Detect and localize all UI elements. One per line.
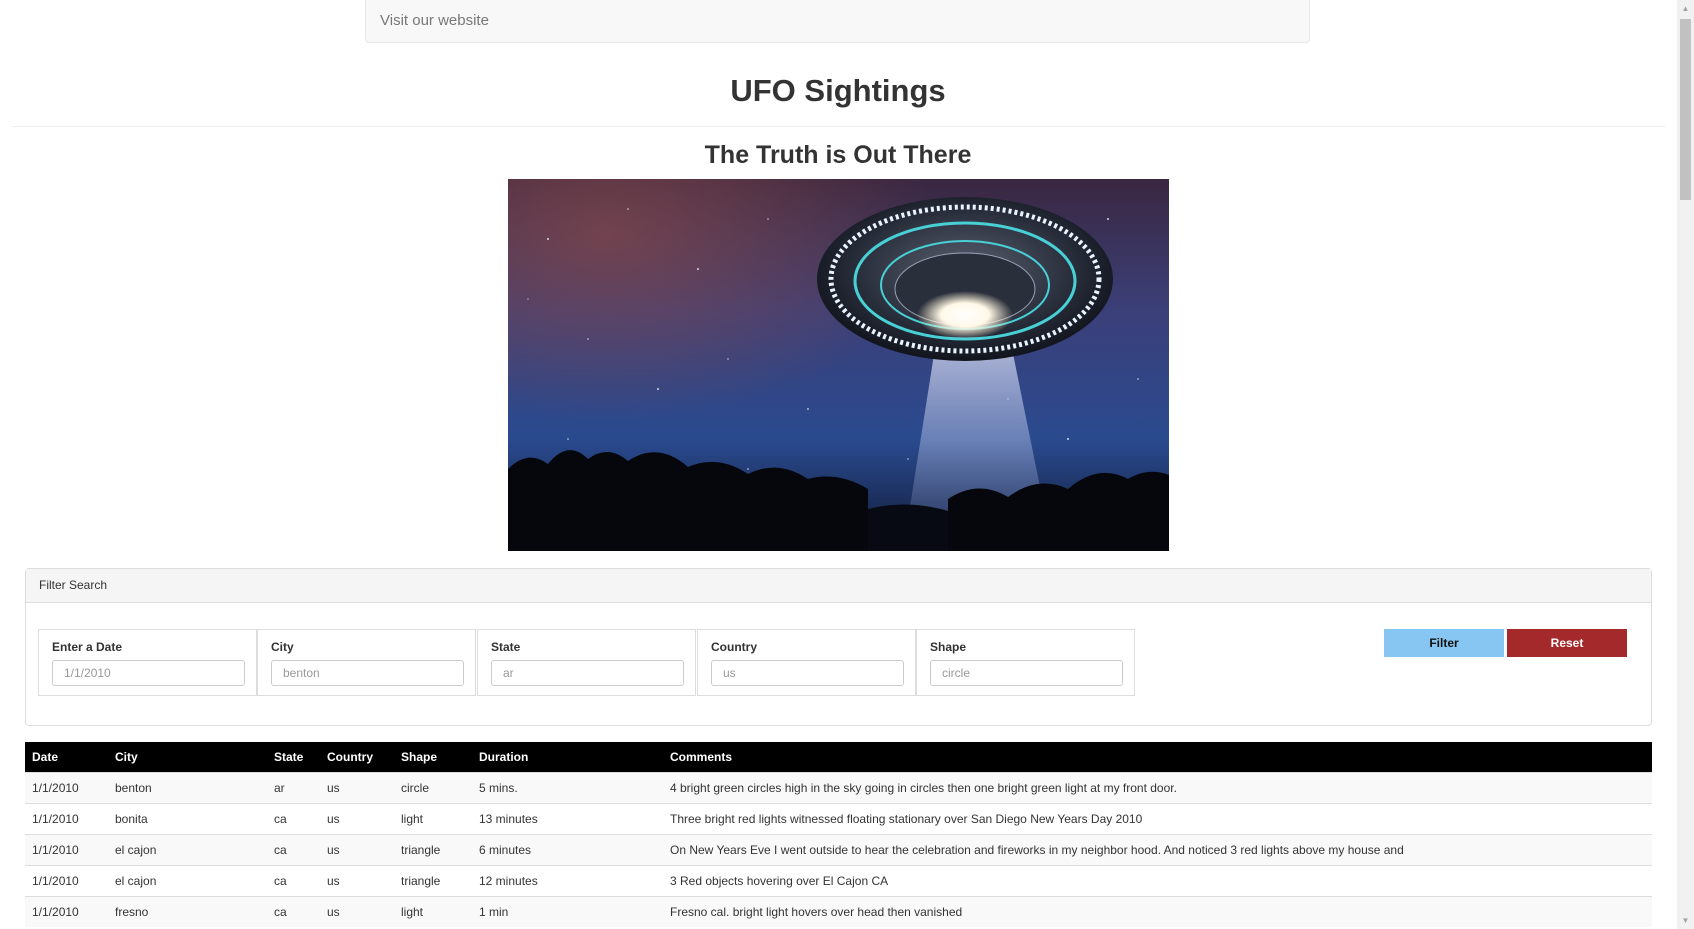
cell-country: us xyxy=(320,864,394,896)
cell-country: us xyxy=(320,802,394,834)
table-row: 1/1/2010 benton ar us circle 5 mins. 4 b… xyxy=(25,771,1652,803)
city-filter-label: City xyxy=(271,640,294,654)
cell-city: el cajon xyxy=(108,833,267,865)
cell-date: 1/1/2010 xyxy=(25,802,108,834)
cell-country: us xyxy=(320,771,394,803)
date-input[interactable]: 1/1/2010 xyxy=(52,660,245,686)
cell-state: ar xyxy=(267,771,320,803)
country-filter-label: Country xyxy=(711,640,757,654)
country-filter: Country us xyxy=(697,629,916,696)
table-row: 1/1/2010 fresno ca us light 1 min Fresno… xyxy=(25,895,1652,927)
table-row: 1/1/2010 bonita ca us light 13 minutes T… xyxy=(25,802,1652,834)
date-filter: Enter a Date 1/1/2010 xyxy=(38,629,257,696)
ufo-sightings-table: Date City State Country Shape Duration C… xyxy=(25,742,1652,927)
state-input[interactable]: ar xyxy=(491,660,684,686)
cell-comments: 4 bright green circles high in the sky g… xyxy=(663,771,1652,803)
column-header-shape: Shape xyxy=(394,742,472,772)
cell-city: benton xyxy=(108,771,267,803)
city-filter: City benton xyxy=(257,629,476,696)
cell-duration: 6 minutes xyxy=(472,833,663,865)
cell-state: ca xyxy=(267,833,320,865)
reset-button[interactable]: Reset xyxy=(1507,629,1627,657)
cell-shape: light xyxy=(394,802,472,834)
cell-comments: 3 Red objects hovering over El Cajon CA xyxy=(663,864,1652,896)
cell-comments: On New Years Eve I went outside to hear … xyxy=(663,833,1652,865)
cell-shape: triangle xyxy=(394,864,472,896)
visit-website-link[interactable]: Visit our website xyxy=(380,12,489,29)
page-title: UFO Sightings xyxy=(730,73,946,108)
city-input[interactable]: benton xyxy=(271,660,464,686)
cell-duration: 12 minutes xyxy=(472,864,663,896)
cell-shape: circle xyxy=(394,771,472,803)
cell-duration: 5 mins. xyxy=(472,771,663,803)
cell-date: 1/1/2010 xyxy=(25,895,108,927)
table-header-row: Date City State Country Shape Duration C… xyxy=(25,742,1652,772)
cell-comments: Fresno cal. bright light hovers over hea… xyxy=(663,895,1652,927)
column-header-duration: Duration xyxy=(472,742,663,772)
column-header-comments: Comments xyxy=(663,742,1652,772)
cell-date: 1/1/2010 xyxy=(25,833,108,865)
date-filter-label: Enter a Date xyxy=(52,640,123,654)
cell-date: 1/1/2010 xyxy=(25,864,108,896)
page-subtitle: The Truth is Out There xyxy=(704,141,972,169)
navbar: Visit our website xyxy=(365,0,1310,43)
arrow-down-icon[interactable]: ▼ xyxy=(1677,912,1694,929)
cell-city: bonita xyxy=(108,802,267,834)
column-header-country: Country xyxy=(320,742,394,772)
filter-fields: Enter a Date 1/1/2010 City benton State … xyxy=(38,629,1135,696)
shape-input[interactable]: circle xyxy=(930,660,1123,686)
filter-panel: Filter Search Enter a Date 1/1/2010 City… xyxy=(25,568,1652,726)
shape-filter: Shape circle xyxy=(916,629,1135,696)
state-filter: State ar xyxy=(477,629,696,696)
table-row: 1/1/2010 el cajon ca us triangle 12 minu… xyxy=(25,864,1652,896)
ufo-hero-image xyxy=(508,179,1169,551)
filter-panel-heading: Filter Search xyxy=(26,569,1651,603)
column-header-state: State xyxy=(267,742,320,772)
scrollbar-thumb[interactable] xyxy=(1680,19,1691,200)
cell-date: 1/1/2010 xyxy=(25,771,108,803)
cell-state: ca xyxy=(267,895,320,927)
state-filter-label: State xyxy=(491,640,521,654)
country-input[interactable]: us xyxy=(711,660,904,686)
cell-state: ca xyxy=(267,864,320,896)
filter-button[interactable]: Filter xyxy=(1384,629,1504,657)
cell-duration: 1 min xyxy=(472,895,663,927)
cell-city: fresno xyxy=(108,895,267,927)
cell-city: el cajon xyxy=(108,864,267,896)
cell-shape: light xyxy=(394,895,472,927)
title-divider xyxy=(12,126,1665,127)
table-row: 1/1/2010 el cajon ca us triangle 6 minut… xyxy=(25,833,1652,865)
cell-state: ca xyxy=(267,802,320,834)
cell-shape: triangle xyxy=(394,833,472,865)
column-header-city: City xyxy=(108,742,267,772)
shape-filter-label: Shape xyxy=(930,640,967,654)
cell-country: us xyxy=(320,895,394,927)
cell-comments: Three bright red lights witnessed floati… xyxy=(663,802,1652,834)
column-header-date: Date xyxy=(25,742,108,772)
vertical-scrollbar[interactable]: ▲ ▼ xyxy=(1677,0,1694,929)
cell-country: us xyxy=(320,833,394,865)
arrow-up-icon[interactable]: ▲ xyxy=(1677,0,1694,17)
cell-duration: 13 minutes xyxy=(472,802,663,834)
